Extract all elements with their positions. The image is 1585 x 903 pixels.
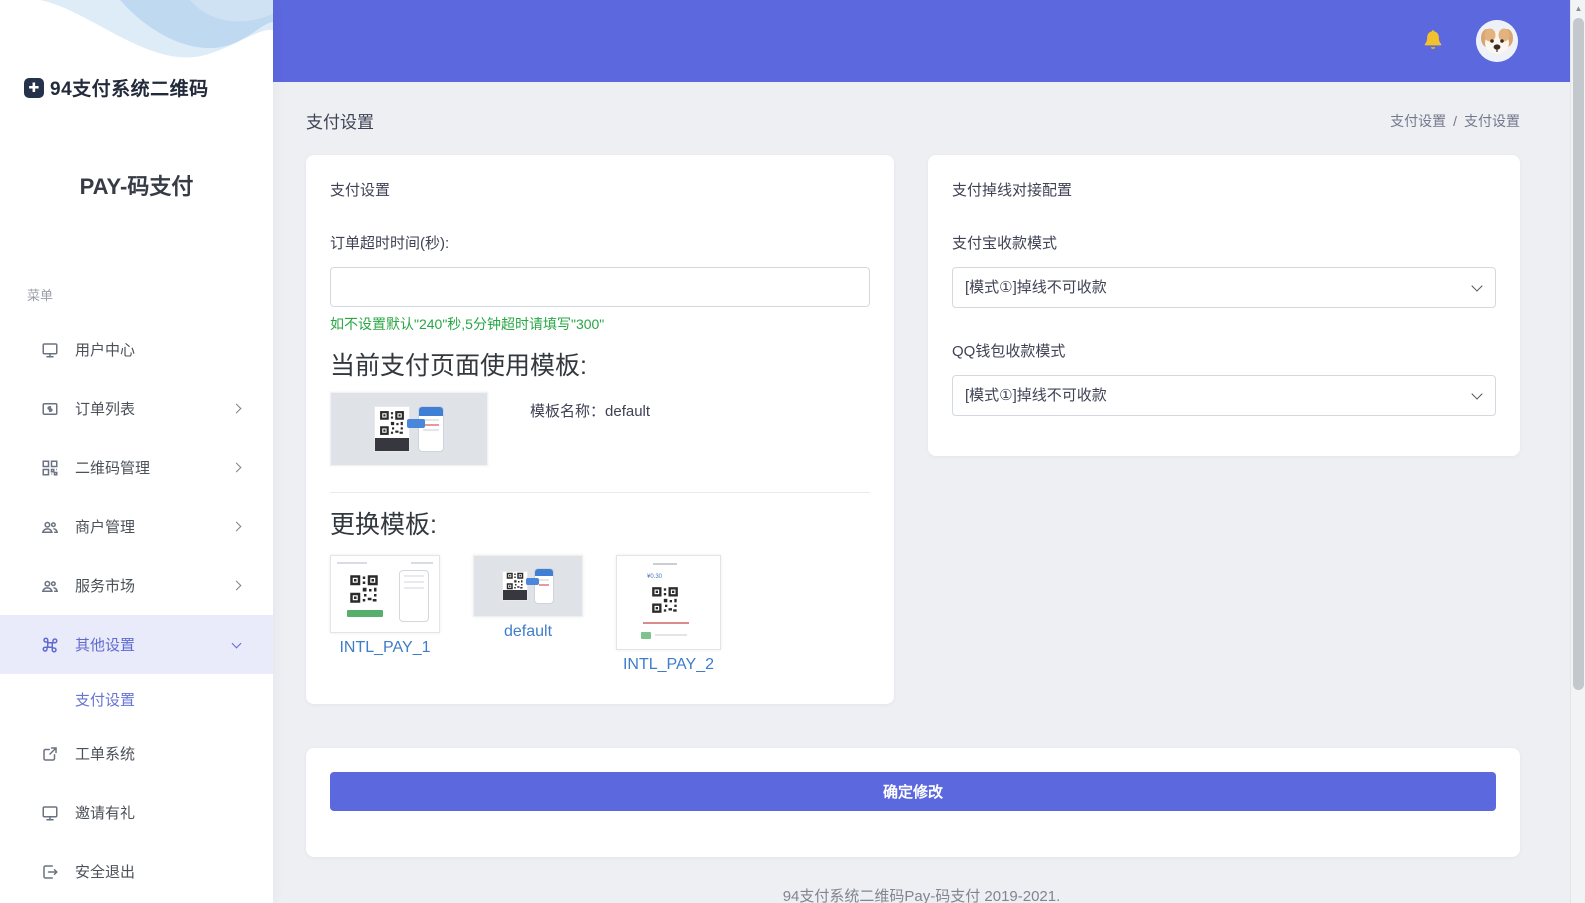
app-logo[interactable]: ✚ 94支付系统二维码: [24, 74, 273, 101]
notifications-bell-icon[interactable]: [1420, 28, 1446, 54]
command-icon: [40, 635, 59, 654]
card-title: 支付设置: [330, 182, 391, 199]
monitor-icon: [40, 803, 59, 822]
app-title: 94支付系统二维码: [50, 79, 209, 100]
sidebar-item-label: 二维码管理: [75, 460, 151, 477]
offline-config-card: 支付掉线对接配置 支付宝收款模式 [模式①]掉线不可收款 QQ钱包收款模式 [模…: [928, 155, 1520, 456]
sidebar-item-label: 服务市场: [75, 578, 136, 595]
sidebar-item-other-settings[interactable]: 其他设置: [0, 615, 273, 674]
sidebar-item-label: 商户管理: [75, 519, 136, 536]
confirm-modify-button[interactable]: 确定修改: [330, 772, 1496, 811]
divider: [330, 492, 870, 493]
topbar: [273, 0, 1570, 82]
chevron-right-icon: [231, 580, 242, 591]
sidebar-item-order-list[interactable]: 订单列表: [0, 379, 273, 438]
page-head: 支付设置 支付设置 / 支付设置: [273, 82, 1570, 155]
chevron-right-icon: [231, 462, 242, 473]
breadcrumb-parent-link[interactable]: 支付设置: [1390, 113, 1446, 129]
template-thumbnail: [473, 555, 583, 617]
sidebar-item-label: 用户中心: [75, 342, 136, 359]
qrcode-icon: [40, 458, 59, 477]
logo-badge-icon: ✚: [24, 77, 44, 98]
sidebar-subitem-payment-settings[interactable]: 支付设置: [0, 674, 273, 724]
sidebar-item-label: 订单列表: [75, 401, 136, 418]
timeout-input[interactable]: [330, 267, 870, 307]
sidebar-menu: 用户中心 订单列表 二维码管理 商户管理 服务市场 其他设置 支付设置 工单系统…: [0, 320, 273, 901]
sidebar-item-label: 其他设置: [75, 637, 136, 654]
menu-section-label: 菜单: [27, 288, 54, 303]
alipay-mode-select[interactable]: [模式①]掉线不可收款: [952, 267, 1496, 308]
alipay-mode-select-wrap: [模式①]掉线不可收款: [952, 267, 1496, 308]
logout-icon: [40, 862, 59, 881]
template-phone-preview: [407, 406, 444, 452]
timeout-label: 订单超时时间(秒):: [330, 235, 450, 252]
sidebar-item-label: 邀请有礼: [75, 805, 136, 822]
sidebar-item-invite-reward[interactable]: 邀请有礼: [0, 783, 273, 842]
qq-mode-select-wrap: [模式①]掉线不可收款: [952, 375, 1496, 416]
scrollbar-thumb[interactable]: [1573, 18, 1584, 690]
breadcrumb-current-link[interactable]: 支付设置: [1464, 113, 1520, 129]
page-title: 支付设置: [306, 113, 374, 132]
card-title: 支付掉线对接配置: [952, 182, 1073, 199]
brand-heading: PAY-码支付: [79, 174, 194, 199]
vertical-scrollbar[interactable]: ▲: [1570, 0, 1585, 903]
template-thumbnail: [330, 555, 440, 633]
sidebar-item-label: 支付设置: [75, 691, 136, 709]
template-option-intl-pay-2[interactable]: ¥0.30 INTL_PAY_2: [616, 555, 721, 674]
template-qr-preview: [374, 406, 410, 452]
sidebar-item-user-center[interactable]: 用户中心: [0, 320, 273, 379]
template-option-default[interactable]: default: [473, 555, 583, 641]
template-link[interactable]: INTL_PAY_1: [330, 639, 440, 657]
monitor-icon: [40, 340, 59, 359]
users-icon: [40, 517, 59, 536]
template-link[interactable]: default: [473, 623, 583, 641]
sidebar-item-service-market[interactable]: 服务市场: [0, 556, 273, 615]
template-thumbnail: ¥0.30: [616, 555, 721, 650]
sidebar-item-label: 工单系统: [75, 746, 136, 763]
current-template-thumbnail[interactable]: [330, 392, 488, 466]
payment-settings-card: 支付设置 订单超时时间(秒): 如不设置默认"240"秒,5分钟超时请填写"30…: [306, 155, 894, 704]
sidebar-item-ticket-system[interactable]: 工单系统: [0, 724, 273, 783]
template-link[interactable]: INTL_PAY_2: [616, 656, 721, 674]
breadcrumb-separator: /: [1453, 112, 1457, 129]
users-icon: [40, 576, 59, 595]
template-name-value: default: [605, 403, 651, 420]
sidebar: ✚ 94支付系统二维码 PAY-码支付 菜单 用户中心 订单列表 二维码管理 商…: [0, 0, 273, 903]
sidebar-item-logout[interactable]: 安全退出: [0, 842, 273, 901]
chevron-down-icon: [231, 638, 242, 648]
main-content: 支付设置 支付设置 / 支付设置 支付设置 订单超时时间(秒): 如不设置默认"24…: [273, 82, 1570, 903]
submit-card: 确定修改: [306, 748, 1520, 857]
qq-mode-label: QQ钱包收款模式: [952, 343, 1066, 360]
current-template-row: 模板名称：default: [330, 392, 870, 466]
chevron-right-icon: [231, 403, 242, 414]
current-template-heading: 当前支付页面使用模板:: [330, 352, 587, 380]
user-avatar[interactable]: [1476, 20, 1518, 62]
alipay-mode-label: 支付宝收款模式: [952, 235, 1058, 252]
template-name: 模板名称：default: [530, 400, 650, 466]
template-list: INTL_PAY_1 default ¥0.30 INTL_PAY_2: [330, 555, 870, 674]
scrollbar-up-arrow-icon[interactable]: ▲: [1571, 2, 1585, 16]
sidebar-item-qrcode-manage[interactable]: 二维码管理: [0, 438, 273, 497]
footer-line-1: 94支付系统二维码Pay-码支付 2019-2021.: [782, 888, 1061, 903]
template-option-intl-pay-1[interactable]: INTL_PAY_1: [330, 555, 440, 657]
sidebar-item-label: 安全退出: [75, 864, 136, 881]
template-name-label: 模板名称：: [530, 403, 606, 420]
timeout-hint: 如不设置默认"240"秒,5分钟超时请填写"300": [330, 316, 605, 332]
breadcrumb: 支付设置 / 支付设置: [1390, 111, 1520, 131]
qq-mode-select[interactable]: [模式①]掉线不可收款: [952, 375, 1496, 416]
page-footer: 94支付系统二维码Pay-码支付 2019-2021. 94支付系统码支付.: [273, 883, 1570, 903]
sidebar-item-merchant-manage[interactable]: 商户管理: [0, 497, 273, 556]
share-icon: [40, 744, 59, 763]
chevron-right-icon: [231, 521, 242, 532]
invoice-icon: [40, 399, 59, 418]
change-template-heading: 更换模板:: [330, 511, 437, 539]
